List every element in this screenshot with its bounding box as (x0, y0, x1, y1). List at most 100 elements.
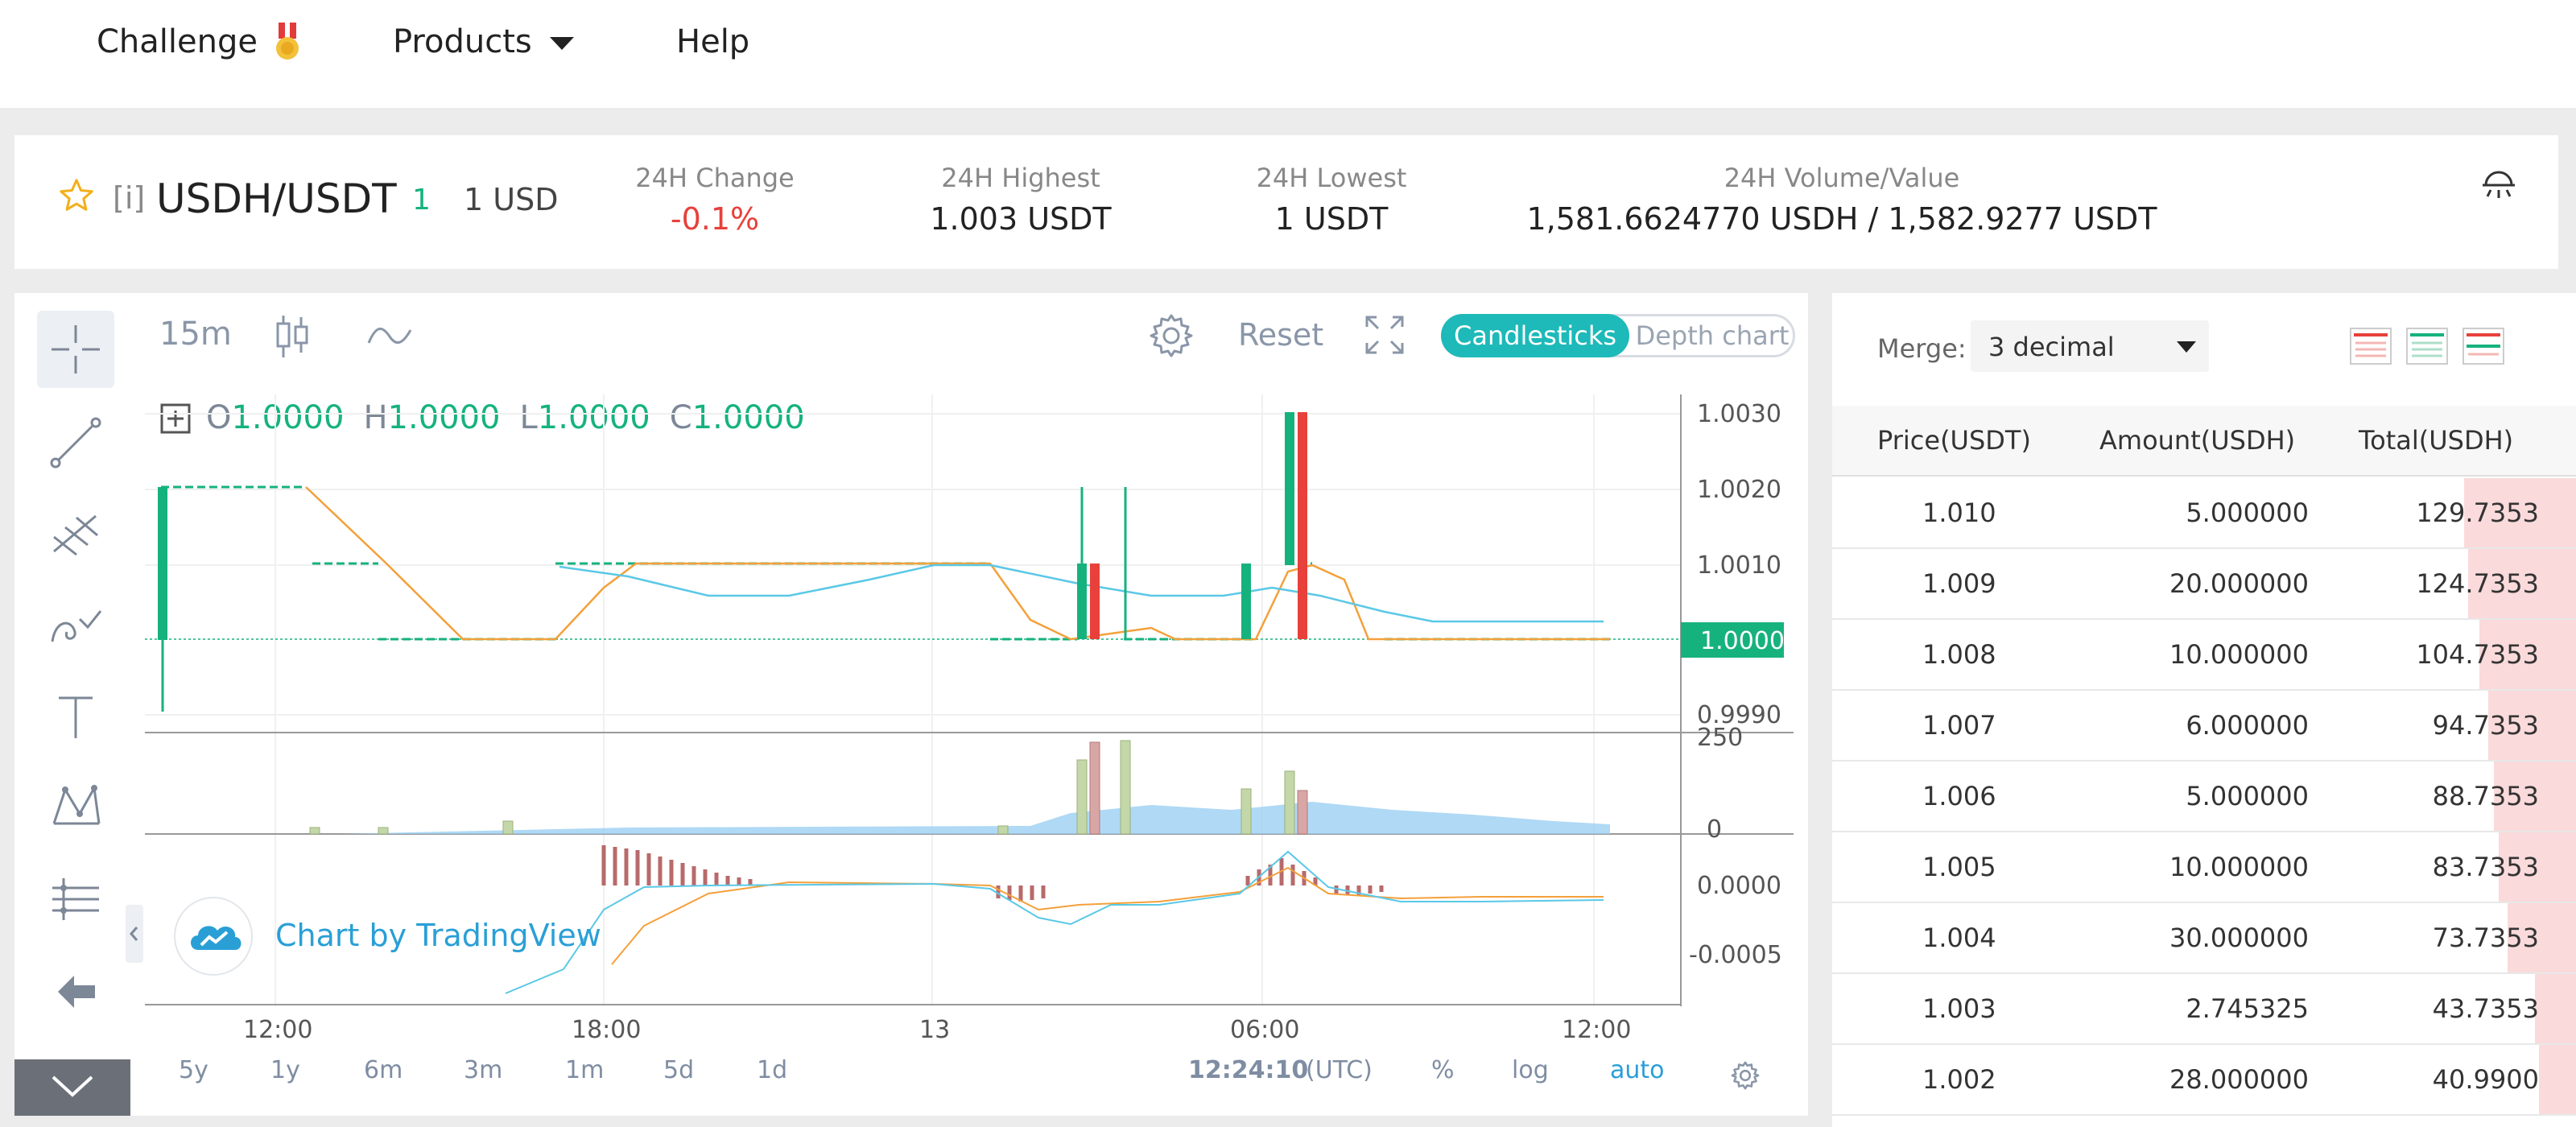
row-amount: 30.000000 (2169, 923, 2309, 953)
view-bids-icon[interactable] (2405, 327, 2449, 365)
row-amount: 10.000000 (2169, 639, 2309, 670)
trendline-tool[interactable] (37, 406, 114, 480)
row-total: 73.7353 (2432, 923, 2539, 953)
row-amount: 20.000000 (2169, 568, 2309, 599)
macd-tick: -0.0005 (1689, 941, 1782, 969)
interval-selector[interactable]: 15m (159, 316, 232, 353)
stat-high-value: 1.003 USDT (930, 201, 1112, 237)
candle-style-icon[interactable] (272, 312, 312, 361)
range-5d[interactable]: 5d (663, 1056, 694, 1084)
chevron-left-icon (130, 927, 138, 941)
timezone[interactable]: (UTC) (1306, 1056, 1373, 1084)
header-price: Price(USDT) (1877, 425, 2031, 456)
theme-toggle-icon[interactable] (2478, 161, 2520, 203)
chart-settings-icon[interactable] (1729, 1059, 1761, 1092)
measure-tool[interactable] (37, 861, 114, 935)
range-1m[interactable]: 1m (565, 1056, 604, 1084)
last-price-label: 1.0000 (1700, 627, 1785, 655)
row-total: 94.7353 (2432, 710, 2539, 741)
candle (158, 487, 167, 640)
watermark-text[interactable]: Chart by TradingView (275, 918, 601, 953)
time-tick: 06:00 (1230, 1016, 1300, 1044)
settings-icon[interactable] (1146, 311, 1196, 361)
price-chart[interactable]: 1.0030 1.0020 1.0010 0.9990 1.0000 250 0… (145, 394, 1794, 1006)
view-both-icon[interactable] (2462, 327, 2505, 365)
arrow-left-icon (58, 976, 95, 1008)
merge-select[interactable]: 3 decimal (1971, 320, 2209, 372)
volume-tick: 0 (1707, 815, 1722, 844)
row-price: 1.002 (1922, 1064, 1996, 1095)
row-price: 1.004 (1922, 923, 1996, 953)
clock: 12:24:10 (1188, 1056, 1309, 1084)
crosshair-tool[interactable] (37, 311, 114, 388)
depth-bar (2535, 974, 2576, 1043)
range-5y[interactable]: 5y (179, 1056, 208, 1084)
auto-toggle[interactable]: auto (1610, 1056, 1665, 1084)
text-icon (59, 696, 93, 738)
order-row[interactable]: 1.006 5.000000 88.7353 (1832, 762, 2576, 832)
range-3m[interactable]: 3m (464, 1056, 502, 1084)
brush-icon (51, 610, 102, 642)
volume-bar (378, 827, 389, 835)
order-row[interactable]: 1.007 6.000000 94.7353 (1832, 691, 2576, 762)
macd-tick: 0.0000 (1697, 872, 1781, 900)
reset-button[interactable]: Reset (1238, 317, 1323, 353)
tradingview-logo[interactable] (174, 897, 253, 976)
header-amount: Amount(USDH) (2099, 425, 2296, 456)
row-price: 1.007 (1922, 710, 1996, 741)
row-total: 83.7353 (2432, 852, 2539, 882)
order-row[interactable]: 1.008 10.000000 104.7353 (1832, 620, 2576, 691)
row-total: 40.9900 (2432, 1064, 2539, 1095)
row-amount: 10.000000 (2169, 852, 2309, 882)
nav-help[interactable]: Help (676, 21, 749, 63)
pattern-icon (52, 784, 101, 825)
pattern-tool[interactable] (37, 770, 114, 844)
fullscreen-icon[interactable] (1364, 314, 1406, 356)
row-amount: 6.000000 (2186, 710, 2309, 741)
back-tool[interactable] (37, 955, 114, 1029)
header-total: Total(USDH) (2359, 425, 2514, 456)
text-tool[interactable] (37, 679, 114, 753)
log-toggle[interactable]: log (1512, 1056, 1549, 1084)
star-icon[interactable] (58, 177, 95, 214)
caret-down-icon (550, 37, 575, 50)
row-price: 1.010 (1922, 497, 1996, 528)
order-row[interactable]: 1.003 2.745325 43.7353 (1832, 974, 2576, 1045)
merge-label: Merge: (1877, 333, 1967, 364)
row-amount: 5.000000 (2186, 781, 2309, 811)
brush-tool[interactable] (37, 586, 114, 660)
order-row[interactable]: 1.005 10.000000 83.7353 (1832, 832, 2576, 903)
collapse-toolbar-button[interactable] (14, 1059, 130, 1116)
volume-bar (1241, 788, 1252, 835)
row-amount: 5.000000 (2186, 497, 2309, 528)
range-6m[interactable]: 6m (364, 1056, 402, 1084)
volume-bar (1089, 741, 1100, 835)
tab-depth-chart[interactable]: Depth chart (1632, 316, 1793, 355)
view-asks-icon[interactable] (2349, 327, 2392, 365)
order-row[interactable]: 1.010 5.000000 129.7353 (1832, 478, 2576, 549)
tab-candlesticks[interactable]: Candlesticks (1441, 314, 1629, 357)
order-row[interactable]: 1.009 20.000000 124.7353 (1832, 549, 2576, 620)
percent-toggle[interactable]: % (1431, 1056, 1455, 1084)
row-price: 1.005 (1922, 852, 1996, 882)
range-1d[interactable]: 1d (757, 1056, 787, 1084)
price-tick: 1.0030 (1697, 400, 1781, 428)
order-row[interactable]: 1.004 30.000000 73.7353 (1832, 903, 2576, 974)
info-bracket[interactable]: [i] (113, 180, 145, 216)
order-book-header: Price(USDT) Amount(USDH) Total(USDH) (1832, 406, 2576, 477)
stat-high-label: 24H Highest (941, 163, 1100, 193)
time-tick: 18:00 (572, 1016, 642, 1044)
hide-toolbar-button[interactable] (126, 905, 143, 963)
time-tick: 12:00 (243, 1016, 313, 1044)
nav-challenge[interactable]: Challenge (97, 21, 302, 64)
time-tick: 13 (919, 1016, 951, 1044)
order-row[interactable]: 1.002 28.000000 40.9900 (1832, 1045, 2576, 1116)
stat-low-label: 24H Lowest (1256, 163, 1407, 193)
row-total: 124.7353 (2416, 568, 2539, 599)
stat-volume-value: 1,581.6624770 USDH / 1,582.9277 USDT (1526, 201, 2157, 237)
indicator-icon[interactable] (365, 320, 414, 353)
nav-products[interactable]: Products (393, 21, 576, 63)
range-1y[interactable]: 1y (270, 1056, 300, 1084)
stat-volume-label: 24H Volume/Value (1724, 163, 1960, 193)
pitchfork-tool[interactable] (37, 496, 114, 570)
